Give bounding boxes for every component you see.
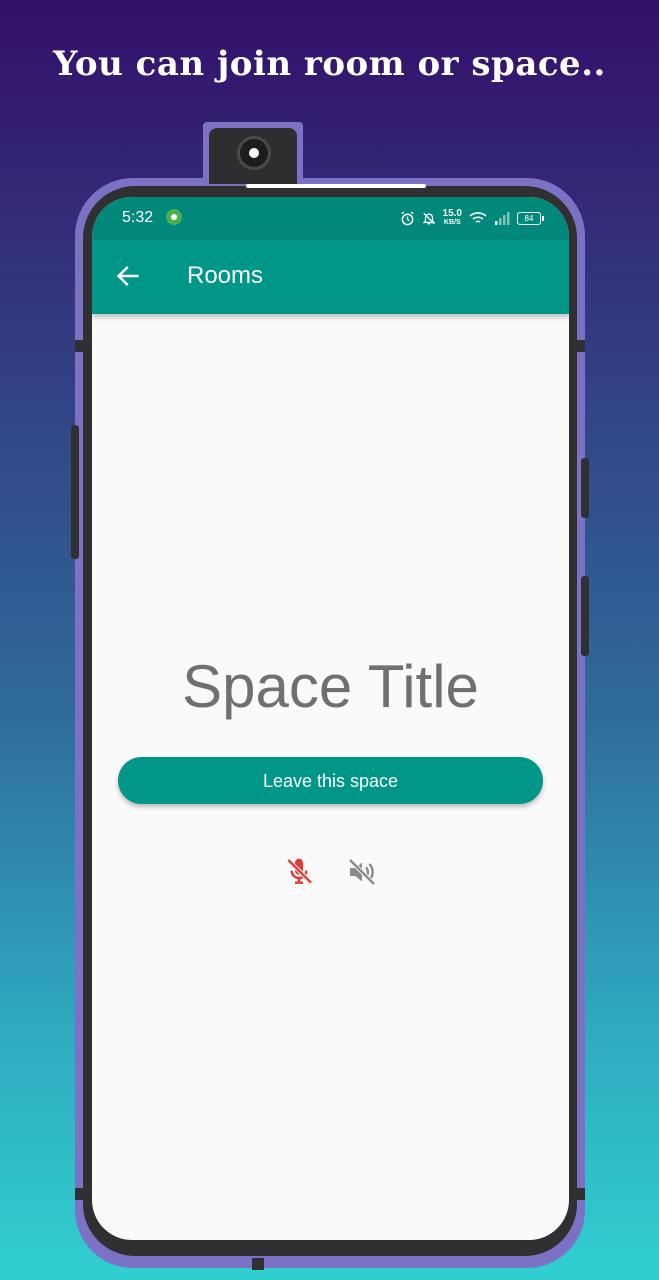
mic-off-icon[interactable] [283, 856, 315, 888]
leave-space-button[interactable]: Leave this space [118, 757, 543, 804]
promo-headline: You can join room or space.. [53, 44, 606, 84]
speaker-off-icon[interactable] [346, 856, 378, 888]
wifi-icon [469, 212, 487, 223]
app-bar: Rooms [92, 240, 569, 314]
phone-top-line [246, 184, 426, 188]
whatsapp-icon [166, 209, 182, 225]
battery-icon: 84 [517, 211, 544, 225]
antenna-band [75, 340, 85, 352]
antenna-band [575, 340, 585, 352]
phone-right-button-bottom [581, 576, 589, 656]
phone-right-button-top [581, 458, 589, 518]
status-bar: 5:32 15.0 KB/S 84 [92, 197, 569, 240]
antenna-band [575, 1188, 585, 1200]
arrow-back-icon[interactable] [114, 262, 142, 290]
mute-bell-icon [422, 212, 435, 224]
antenna-band [75, 1188, 85, 1200]
network-speed: 15.0 KB/S [442, 208, 462, 227]
popup-camera [203, 122, 303, 184]
phone-screen: 5:32 15.0 KB/S 84 Rooms Space Title Leav… [92, 197, 569, 1240]
bottom-port [252, 1258, 264, 1270]
phone-left-button [71, 425, 79, 559]
app-bar-title: Rooms [187, 262, 264, 289]
space-title: Space Title [182, 653, 479, 720]
signal-icon [495, 212, 510, 225]
status-time: 5:32 [122, 209, 154, 226]
camera-lens [237, 136, 271, 170]
alarm-icon [400, 210, 414, 225]
